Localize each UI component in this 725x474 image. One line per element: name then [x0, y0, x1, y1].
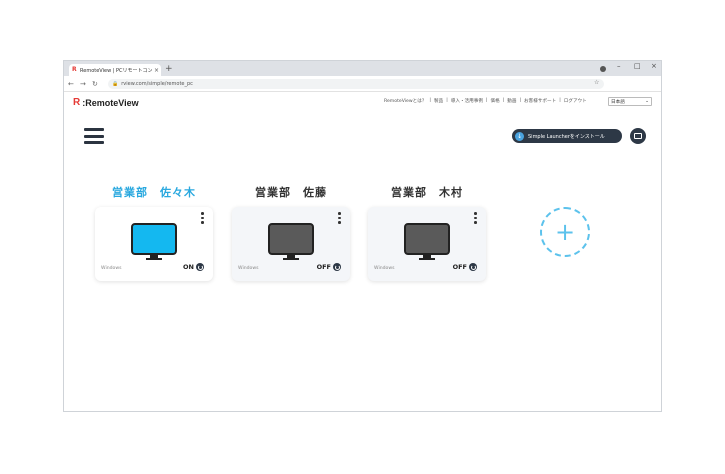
url-field[interactable]: 🔒 rview.com/simple/remote_pc	[108, 79, 604, 89]
power-icon	[469, 263, 477, 271]
device-card[interactable]: Windows OFF	[368, 207, 486, 281]
browser-tab[interactable]: R RemoteView | PCリモートコントロ... ×	[69, 64, 161, 76]
device-card[interactable]: Windows ON	[95, 207, 213, 281]
add-device-button[interactable]: +	[540, 207, 590, 257]
nav-item-cases[interactable]: 導入・活用事例	[451, 98, 483, 104]
browser-titlebar: R RemoteView | PCリモートコントロ... × + – □ ×	[64, 61, 661, 76]
nav-item-about[interactable]: RemoteViewとは？	[384, 98, 426, 104]
minimize-button[interactable]: –	[617, 62, 621, 70]
power-icon	[333, 263, 341, 271]
tab-close-icon[interactable]: ×	[154, 67, 159, 74]
nav-item-pricing[interactable]: 価格	[490, 98, 499, 104]
language-value: 日本語	[611, 99, 625, 105]
monitor-icon	[404, 223, 450, 255]
os-label: Windows	[101, 266, 122, 271]
language-select[interactable]: 日本語 ⌄	[608, 97, 652, 106]
plus-icon: +	[554, 218, 576, 246]
maximize-button[interactable]: □	[634, 62, 641, 70]
monitor-icon	[268, 223, 314, 255]
power-status[interactable]: OFF	[317, 263, 341, 271]
more-vertical-icon[interactable]	[474, 212, 477, 224]
more-vertical-icon[interactable]	[201, 212, 204, 224]
favicon-icon: R	[72, 66, 77, 73]
logo-mark: R	[73, 97, 81, 108]
address-bar-row: ← → ↻ 🔒 rview.com/simple/remote_pc ☆	[64, 76, 661, 92]
nav-item-logout[interactable]: ログアウト	[564, 98, 587, 104]
status-text: ON	[183, 263, 194, 271]
nav-item-support[interactable]: お客様サポート	[524, 98, 556, 104]
chevron-down-icon: ⌄	[645, 99, 649, 104]
browser-window: R RemoteView | PCリモートコントロ... × + – □ × ←…	[63, 60, 662, 412]
logo[interactable]: R :RemoteView	[73, 97, 139, 108]
device-name: 営業部 木村	[391, 186, 463, 199]
menu-icon[interactable]	[84, 128, 104, 144]
screen-icon[interactable]	[630, 128, 646, 144]
logo-text: :RemoteView	[82, 97, 139, 108]
device-card[interactable]: Windows OFF	[232, 207, 350, 281]
power-status[interactable]: OFF	[453, 263, 477, 271]
install-launcher-button[interactable]: ↓ Simple Launcherをインストール	[512, 129, 622, 143]
power-status[interactable]: ON	[183, 263, 204, 271]
lock-icon: 🔒	[112, 81, 119, 87]
url-text: rview.com/simple/remote_pc	[121, 81, 193, 87]
new-tab-button[interactable]: +	[165, 63, 173, 75]
status-text: OFF	[316, 263, 331, 271]
back-icon[interactable]: ←	[68, 78, 74, 90]
profile-icon[interactable]	[600, 66, 606, 72]
nav-item-products[interactable]: 製品	[434, 98, 443, 104]
os-label: Windows	[238, 266, 259, 271]
more-vertical-icon[interactable]	[338, 212, 341, 224]
forward-icon[interactable]: →	[80, 78, 86, 90]
status-text: OFF	[452, 263, 467, 271]
device-name: 営業部 佐藤	[255, 186, 327, 199]
power-icon	[196, 263, 204, 271]
tab-title: RemoteView | PCリモートコントロ...	[80, 67, 152, 74]
top-nav: RemoteViewとは？ | 製品 | 導入・活用事例 | 価格 | 動画 | お客様サ…	[384, 98, 587, 104]
device-name: 営業部 佐々木	[112, 186, 196, 199]
monitor-icon	[131, 223, 177, 255]
close-window-button[interactable]: ×	[651, 62, 657, 70]
bookmark-star-icon[interactable]: ☆	[594, 79, 599, 86]
download-icon: ↓	[515, 131, 524, 141]
install-label: Simple Launcherをインストール	[528, 133, 605, 140]
page-content: R :RemoteView RemoteViewとは？ | 製品 | 導入・活用事例…	[64, 93, 661, 411]
nav-item-video[interactable]: 動画	[507, 98, 516, 104]
reload-icon[interactable]: ↻	[92, 78, 98, 90]
os-label: Windows	[374, 266, 395, 271]
